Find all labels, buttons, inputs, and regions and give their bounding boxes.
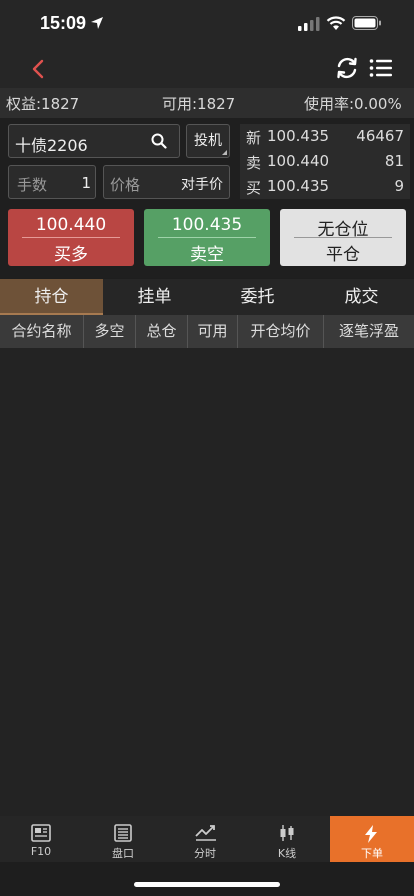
tab-orders[interactable]: 委托	[206, 279, 309, 315]
nav-kline[interactable]: K线	[246, 816, 328, 862]
quote-panel: 新 100.435 46467 卖 100.440 81 买 100.435 9	[240, 124, 410, 199]
ask-label: 卖	[246, 154, 262, 172]
last-label: 新	[246, 129, 262, 147]
ask-price: 100.440	[267, 152, 330, 170]
column-header[interactable]: 逐笔浮盈	[324, 315, 414, 348]
location-arrow-icon	[91, 17, 103, 29]
close-position-button[interactable]: 无仓位 平仓	[280, 209, 406, 266]
speculation-label: 投机	[194, 133, 222, 149]
nav-orderbook[interactable]: 盘口	[82, 816, 164, 862]
bid-label: 买	[246, 179, 262, 197]
tab-pending-orders[interactable]: 挂单	[103, 279, 206, 315]
column-header[interactable]: 总仓	[136, 315, 188, 348]
lots-label: 手数	[17, 176, 48, 194]
last-price-row: 新 100.435 46467	[240, 124, 410, 149]
candlestick-icon	[280, 825, 294, 841]
last-price: 100.435	[267, 127, 330, 145]
speculation-hedge-selector[interactable]: 投机	[186, 124, 230, 158]
buy-price: 100.440	[35, 215, 107, 235]
home-indicator-area	[0, 862, 414, 896]
lots-input[interactable]: 手数 1	[8, 165, 96, 199]
timeshare-icon	[195, 825, 216, 841]
battery-icon	[352, 16, 381, 30]
bid-price-row: 买 100.435 9	[240, 174, 410, 199]
equity-text: 权益:1827	[6, 95, 80, 113]
divider	[158, 237, 256, 238]
last-volume: 46467	[356, 127, 404, 145]
usage-rate-text: 使用率:0.00%	[304, 95, 402, 113]
bottom-nav: F10 盘口 分时 K线 下单	[0, 816, 414, 862]
price-label: 价格	[110, 176, 141, 194]
column-header[interactable]: 多空	[84, 315, 136, 348]
tab-positions[interactable]: 持仓	[0, 279, 103, 315]
price-type-value: 对手价	[181, 177, 223, 193]
ask-price-row: 卖 100.440 81	[240, 149, 410, 174]
available-funds-text: 可用:1827	[162, 95, 236, 113]
column-header[interactable]: 可用	[188, 315, 238, 348]
bid-volume: 9	[394, 177, 404, 195]
close-position-label: 平仓	[326, 245, 360, 265]
divider	[22, 237, 120, 238]
sell-short-button[interactable]: 100.435 卖空	[144, 209, 270, 266]
positions-list	[0, 348, 414, 816]
nav-f10[interactable]: F10	[0, 816, 82, 862]
status-bar: 15:09	[0, 0, 414, 50]
lots-value: 1	[81, 174, 91, 192]
tab-bar: 持仓 挂单 委托 成交	[0, 279, 414, 315]
status-time: 15:09	[40, 13, 87, 33]
wifi-icon	[326, 16, 346, 30]
sell-short-label: 卖空	[190, 245, 224, 265]
nav-label: 下单	[361, 847, 383, 860]
nav-timeshare[interactable]: 分时	[164, 816, 246, 862]
nav-place-order[interactable]: 下单	[330, 816, 414, 862]
nav-label: K线	[277, 847, 297, 860]
nav-label: F10	[30, 845, 52, 858]
price-input[interactable]: 价格 对手价	[103, 165, 230, 199]
tab-trades[interactable]: 成交	[309, 279, 414, 315]
nav-label: 分时	[194, 847, 216, 860]
list-menu-icon[interactable]	[368, 55, 394, 81]
refresh-icon[interactable]	[334, 55, 360, 81]
buy-long-label: 买多	[54, 245, 88, 265]
divider	[294, 237, 392, 238]
search-icon[interactable]	[151, 133, 167, 149]
cellular-signal-icon	[298, 17, 320, 31]
buy-long-button[interactable]: 100.440 买多	[8, 209, 134, 266]
nav-bar	[0, 50, 414, 88]
sell-price: 100.435	[171, 215, 243, 235]
order-panel: 十债2206 投机 手数 1 价格 对手价 新 100.435 46467 卖 …	[0, 118, 414, 278]
f10-icon	[31, 824, 51, 842]
ask-volume: 81	[384, 152, 404, 170]
positions-table-header: 合约名称 多空 总仓 可用 开仓均价 逐笔浮盈	[0, 315, 414, 348]
column-header[interactable]: 合约名称	[0, 315, 84, 348]
contract-selector[interactable]: 十债2206	[8, 124, 180, 158]
lightning-icon	[365, 825, 377, 843]
contract-name: 十债2206	[15, 136, 88, 155]
bid-price: 100.435	[267, 177, 330, 195]
home-indicator[interactable]	[134, 882, 280, 887]
back-icon[interactable]	[26, 56, 52, 82]
account-summary-bar: 权益:1827 可用:1827 使用率:0.00%	[0, 88, 414, 118]
column-header[interactable]: 开仓均价	[238, 315, 324, 348]
orderbook-icon	[114, 824, 132, 842]
dropdown-corner-icon	[222, 150, 227, 155]
nav-label: 盘口	[112, 847, 134, 860]
